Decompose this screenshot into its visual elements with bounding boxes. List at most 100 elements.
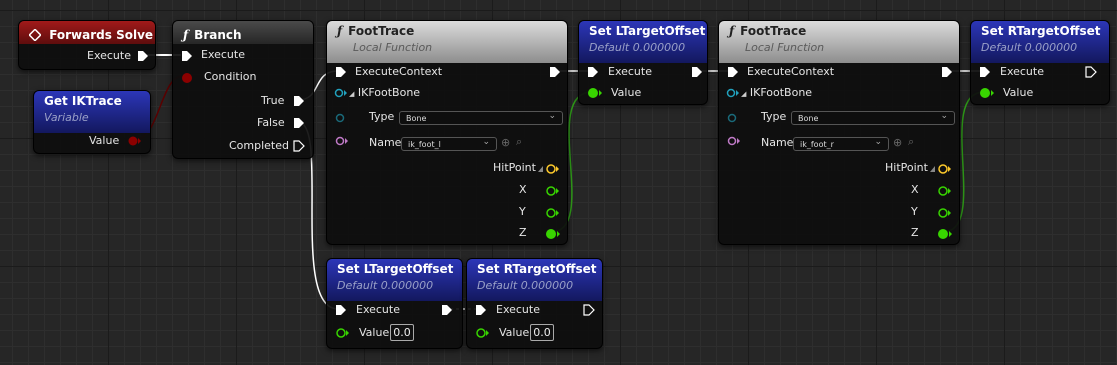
exec-pin-icon[interactable] xyxy=(293,140,305,152)
foottrace-r-node[interactable]: ƒ FootTrace Local Function ExecuteContext… xyxy=(718,20,960,245)
expand-arrow-icon[interactable]: ◢ xyxy=(349,90,354,98)
node-header[interactable]: ƒ FootTrace Local Function xyxy=(719,21,959,63)
node-title: Set LTargetOffset xyxy=(337,262,454,276)
function-icon: ƒ xyxy=(337,24,343,38)
type-dropdown[interactable]: Bone ⌄ xyxy=(399,111,563,125)
name-pin-icon[interactable] xyxy=(727,136,741,146)
float-pin-icon[interactable] xyxy=(937,228,953,240)
node-header[interactable]: Get IKTrace Variable xyxy=(34,91,150,133)
expand-arrow-icon[interactable]: ◢ xyxy=(741,90,746,98)
node-header[interactable]: Forwards Solve xyxy=(19,21,155,44)
name-value: ik_foot_l xyxy=(408,140,441,149)
get-iktrace-node[interactable]: Get IKTrace Variable Value xyxy=(33,90,151,154)
function-icon: ƒ xyxy=(183,28,189,42)
search-icon[interactable]: ⌕ xyxy=(908,135,914,149)
false-label: False xyxy=(257,116,285,129)
exec-pin-icon[interactable] xyxy=(549,66,561,78)
name-value: ik_foot_r xyxy=(800,140,834,149)
struct-subpin-icon[interactable] xyxy=(727,113,739,123)
exec-pin-icon[interactable] xyxy=(181,50,193,62)
node-header[interactable]: Set RTargetOffset Default 0.000000 xyxy=(467,259,602,301)
type-value: Bone xyxy=(406,114,427,123)
float-pin-icon[interactable] xyxy=(937,185,953,197)
node-subtitle: Default 0.000000 xyxy=(981,41,1078,54)
exec-pin-icon[interactable] xyxy=(587,66,599,78)
set-ltarget-offset-node-2[interactable]: Set LTargetOffset Default 0.000000 Execu… xyxy=(326,258,463,349)
search-icon[interactable]: ⌕ xyxy=(516,135,522,149)
value-label: Value xyxy=(1003,86,1034,99)
name-label: Name xyxy=(369,136,402,149)
exec-pin-icon[interactable] xyxy=(293,117,305,129)
exec-pin-icon[interactable] xyxy=(137,50,149,62)
forwards-solve-node[interactable]: Forwards Solve Execute xyxy=(18,20,156,70)
node-header[interactable]: Set RTargetOffset Default 0.000000 xyxy=(971,21,1109,63)
set-ltarget-offset-node[interactable]: Set LTargetOffset Default 0.000000 Execu… xyxy=(578,20,708,105)
float-pin-icon[interactable] xyxy=(545,228,561,240)
bool-pin-icon[interactable] xyxy=(181,72,193,84)
exec-pin-icon[interactable] xyxy=(727,66,739,78)
chevron-down-icon: ⌄ xyxy=(874,137,882,147)
execute-label: Execute xyxy=(1000,65,1044,78)
exec-pin-icon[interactable] xyxy=(941,66,953,78)
node-header[interactable]: ƒ Branch xyxy=(173,21,313,44)
exec-pin-icon[interactable] xyxy=(691,66,703,78)
exec-pin-icon[interactable] xyxy=(335,66,347,78)
node-header[interactable]: Set LTargetOffset Default 0.000000 xyxy=(579,21,707,63)
float-pin-icon[interactable] xyxy=(335,327,351,339)
name-dropdown[interactable]: ik_foot_r ⌄ xyxy=(793,137,889,151)
execute-label: Execute xyxy=(201,48,245,61)
x-label: X xyxy=(519,183,527,196)
set-rtarget-offset-node-2[interactable]: Set RTargetOffset Default 0.000000 Execu… xyxy=(466,258,603,349)
vector-pin-icon[interactable] xyxy=(929,163,953,175)
struct-pin-icon[interactable] xyxy=(726,88,740,98)
reset-icon[interactable]: ⊕ xyxy=(893,136,902,149)
node-title: Set LTargetOffset xyxy=(589,24,706,38)
value-input[interactable]: 0.0 xyxy=(390,324,414,341)
float-pin-icon[interactable] xyxy=(587,87,603,99)
execute-label: Execute xyxy=(608,65,652,78)
type-dropdown[interactable]: Bone ⌄ xyxy=(791,111,955,125)
float-pin-icon[interactable] xyxy=(979,87,995,99)
type-value: Bone xyxy=(798,114,819,123)
branch-node[interactable]: ƒ Branch Execute Condition True False Com… xyxy=(172,20,314,159)
chevron-down-icon: ⌄ xyxy=(482,137,490,147)
exec-pin-icon[interactable] xyxy=(293,95,305,107)
node-header[interactable]: Set LTargetOffset Default 0.000000 xyxy=(327,259,462,301)
execute-label: Execute xyxy=(356,303,400,316)
exec-pin-icon[interactable] xyxy=(979,66,991,78)
exec-pin-icon[interactable] xyxy=(1085,66,1097,78)
float-pin-icon[interactable] xyxy=(937,207,953,219)
y-label: Y xyxy=(519,205,526,218)
type-label: Type xyxy=(761,110,787,123)
condition-label: Condition xyxy=(204,70,257,83)
node-title: FootTrace xyxy=(348,24,415,38)
foottrace-l-node[interactable]: ƒ FootTrace Local Function ExecuteContext… xyxy=(326,20,568,245)
node-title: Set RTargetOffset xyxy=(477,262,597,276)
node-subtitle: Default 0.000000 xyxy=(337,279,434,292)
name-dropdown[interactable]: ik_foot_l ⌄ xyxy=(401,137,497,151)
exec-pin-icon[interactable] xyxy=(441,304,453,316)
bool-pin-icon[interactable] xyxy=(128,136,142,146)
float-pin-icon[interactable] xyxy=(545,185,561,197)
struct-pin-icon[interactable] xyxy=(334,88,348,98)
exec-pin-icon[interactable] xyxy=(475,304,487,316)
exec-pin-icon[interactable] xyxy=(335,304,347,316)
ikfootbone-label: ◢ IKFootBone xyxy=(741,86,813,99)
value-input[interactable]: 0.0 xyxy=(530,324,554,341)
vector-pin-icon[interactable] xyxy=(537,163,561,175)
y-label: Y xyxy=(911,205,918,218)
chevron-down-icon: ⌄ xyxy=(548,111,556,121)
node-title: Set RTargetOffset xyxy=(981,24,1101,38)
struct-subpin-icon[interactable] xyxy=(335,113,347,123)
exec-pin-icon[interactable] xyxy=(583,304,595,316)
value-label: Value xyxy=(611,86,642,99)
float-pin-icon[interactable] xyxy=(475,327,491,339)
true-label: True xyxy=(261,94,285,107)
type-label: Type xyxy=(369,110,395,123)
node-header[interactable]: ƒ FootTrace Local Function xyxy=(327,21,567,63)
set-rtarget-offset-node[interactable]: Set RTargetOffset Default 0.000000 Execu… xyxy=(970,20,1110,105)
hitpoint-label: HitPoint xyxy=(493,161,536,174)
reset-icon[interactable]: ⊕ xyxy=(501,136,510,149)
float-pin-icon[interactable] xyxy=(545,207,561,219)
name-pin-icon[interactable] xyxy=(335,136,349,146)
